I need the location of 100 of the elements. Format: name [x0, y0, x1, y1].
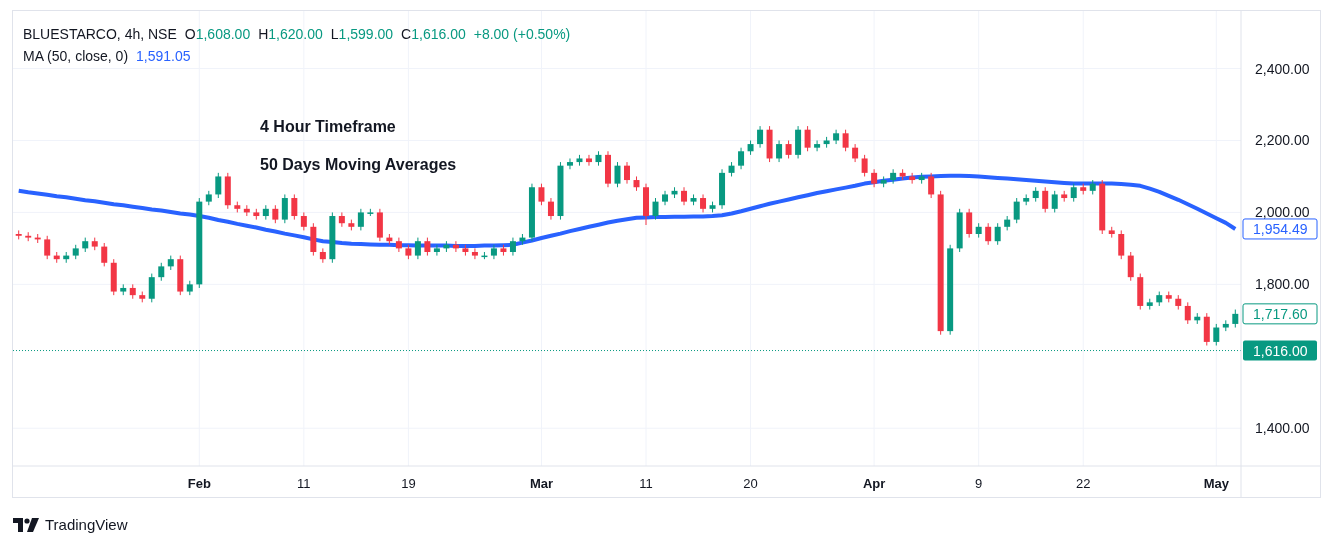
time-axis-label: 19 — [401, 476, 416, 491]
price-axis-label: 2,000.00 — [1255, 204, 1310, 221]
candlestick — [671, 186, 678, 199]
candlestick — [509, 237, 516, 257]
time-axis-label: Apr — [862, 476, 886, 491]
price-tag: 1,616.00 — [1243, 340, 1317, 361]
ohlc-key: L — [330, 24, 339, 44]
candlestick — [1232, 309, 1239, 328]
candlestick — [956, 208, 963, 253]
candlestick — [386, 233, 393, 246]
symbol-label: BLUESTARCO, 4h, NSE — [23, 25, 177, 44]
candlestick — [643, 183, 649, 226]
candlestick — [662, 190, 668, 206]
candlestick — [405, 244, 412, 260]
candlestick — [481, 251, 488, 260]
candlestick — [500, 244, 507, 257]
candlestick — [747, 140, 754, 156]
ohlc-value: 1,620.00 — [268, 25, 323, 44]
candlestick — [186, 280, 193, 296]
candlestick — [595, 150, 602, 167]
candlestick — [633, 175, 640, 192]
candlestick — [177, 255, 184, 296]
candlestick — [243, 204, 250, 217]
candlestick — [785, 140, 792, 159]
candlestick — [890, 168, 897, 185]
candlestick — [53, 251, 60, 264]
candlestick — [566, 157, 573, 170]
candlestick — [1051, 190, 1058, 213]
change-value: +8.00 (+0.50%) — [473, 25, 571, 44]
candlestick — [1184, 301, 1191, 325]
candlestick — [348, 219, 355, 231]
candlestick — [310, 222, 317, 257]
candlestick — [376, 208, 383, 242]
candlestick — [253, 208, 260, 221]
ohlc-value: 1,608.00 — [195, 25, 251, 44]
candlestick — [899, 168, 906, 181]
candlestick — [443, 240, 450, 253]
candlestick — [329, 211, 336, 264]
candlestick — [101, 242, 108, 267]
price-axis-label: 2,200.00 — [1255, 132, 1310, 149]
candlestick — [357, 208, 364, 231]
time-axis-label: Mar — [529, 476, 553, 491]
candlestick — [833, 129, 840, 145]
candlestick — [167, 255, 174, 271]
candlestick — [262, 204, 269, 221]
candlestick — [272, 204, 279, 224]
candlestick — [814, 140, 821, 152]
time-axis-label: May — [1203, 476, 1229, 491]
candlestick — [1023, 193, 1030, 206]
candlestick — [1127, 251, 1134, 282]
candlestick — [861, 154, 868, 177]
time-axis-label: 22 — [1076, 476, 1091, 491]
candlestick — [490, 244, 497, 260]
candlestick — [291, 193, 298, 221]
candlestick — [804, 125, 811, 152]
candlestick — [72, 244, 79, 260]
candlestick — [586, 154, 592, 167]
candlestick — [433, 244, 440, 257]
price-axis-label: 2,400.00 — [1255, 60, 1310, 77]
candlestick — [367, 208, 374, 217]
candlestick — [1089, 179, 1096, 195]
candlestick — [1070, 183, 1077, 203]
candlestick — [909, 172, 916, 185]
candlestick — [918, 172, 925, 185]
candlestick — [1203, 312, 1210, 346]
candlestick — [1004, 215, 1011, 231]
candlestick — [823, 136, 830, 149]
candlestick — [528, 183, 535, 242]
candlestick — [224, 172, 231, 210]
time-axis-label: 9 — [975, 476, 983, 491]
candlestick — [471, 247, 478, 260]
candlestick — [1099, 179, 1106, 235]
candlestick — [63, 251, 70, 264]
candlestick — [319, 247, 326, 264]
candlestick — [1175, 294, 1182, 311]
candlestick — [624, 161, 630, 185]
candlestick — [129, 283, 136, 300]
ohlc-key: H — [258, 24, 269, 44]
candlestick — [614, 161, 621, 188]
time-axis-label: 11 — [639, 476, 653, 491]
candlestick — [395, 237, 402, 253]
candlestick — [110, 258, 117, 296]
candlestick — [424, 237, 431, 257]
candlestick — [338, 211, 345, 228]
candlestick — [414, 237, 421, 260]
candlestick — [1108, 226, 1115, 239]
candlestick — [1137, 273, 1144, 311]
candlestick — [880, 175, 887, 188]
candlestick — [1080, 183, 1087, 195]
candlestick — [928, 172, 935, 199]
candlestick — [776, 140, 783, 163]
price-tag: 1,954.49 — [1242, 218, 1318, 240]
candlestick — [234, 201, 241, 213]
candlestick — [538, 183, 545, 206]
chart-note: 50 Days Moving Averages — [260, 155, 457, 175]
candlestick — [966, 208, 973, 239]
price-tag: 1,717.60 — [1242, 303, 1318, 325]
candlestick — [215, 172, 222, 199]
candlestick — [1146, 298, 1153, 311]
candlestick — [994, 222, 1001, 246]
